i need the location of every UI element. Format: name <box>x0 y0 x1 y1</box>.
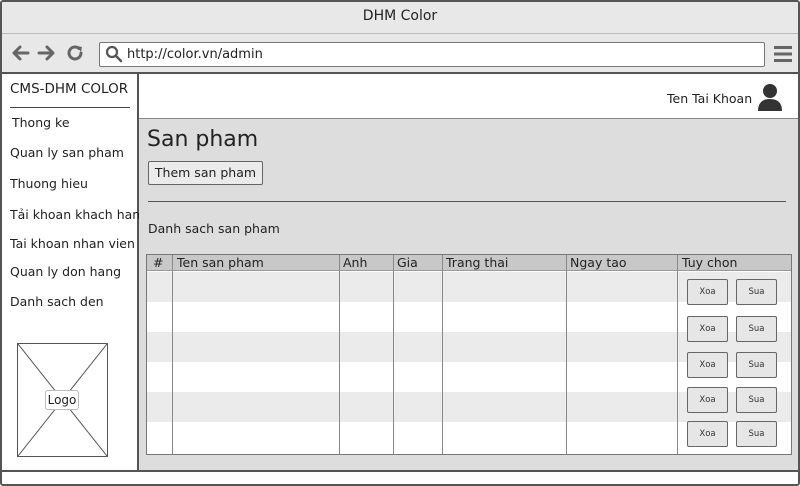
sidebar-item-quan-ly-don-hang[interactable]: Quan ly don hang <box>10 264 121 279</box>
column-header-options: Tuy chon <box>682 255 738 270</box>
top-header: Ten Tai Khoan <box>139 74 798 119</box>
column-header-index: # <box>153 255 164 270</box>
sidebar: CMS-DHM COLOR Thong ke Quan ly san pham … <box>2 74 148 470</box>
logo-placeholder: Logo <box>17 343 108 457</box>
window-title: DHM Color <box>2 2 798 34</box>
edit-button[interactable]: Sua <box>736 316 777 342</box>
user-avatar-icon[interactable] <box>757 83 783 111</box>
edit-button[interactable]: Sua <box>736 421 777 447</box>
sidebar-item-danh-sach-den[interactable]: Danh sach den <box>10 294 104 309</box>
column-divider <box>442 255 443 454</box>
delete-button[interactable]: Xoa <box>687 421 728 447</box>
sidebar-item-quan-ly-san-pham[interactable]: Quan ly san pham <box>10 145 124 160</box>
sidebar-item-tai-khoan-nhan-vien[interactable]: Tai khoan nhan vien <box>10 236 135 251</box>
delete-button[interactable]: Xoa <box>687 387 728 413</box>
browser-window: DHM Color http://color.vn/admin CMS-DHM … <box>0 0 800 486</box>
column-header-name: Ten san pham <box>177 255 264 270</box>
column-divider <box>172 255 173 454</box>
column-header-image: Anh <box>343 255 368 270</box>
forward-arrow-icon[interactable] <box>35 42 57 64</box>
delete-button[interactable]: Xoa <box>687 352 728 378</box>
add-product-button[interactable]: Them san pham <box>148 161 263 185</box>
main-content: San pham Them san pham Danh sach san pha… <box>139 119 798 470</box>
sidebar-item-thuong-hieu[interactable]: Thuong hieu <box>10 176 88 191</box>
hamburger-menu-icon[interactable] <box>773 44 793 64</box>
sidebar-item-thong-ke[interactable]: Thong ke <box>12 115 70 130</box>
column-divider <box>393 255 394 454</box>
column-header-status: Trang thai <box>446 255 509 270</box>
table-header: # Ten san pham Anh Gia Trang thai Ngay t… <box>147 255 791 271</box>
content-divider <box>148 201 786 202</box>
column-header-price: Gia <box>397 255 418 270</box>
page-title: San pham <box>147 127 259 152</box>
product-table: # Ten san pham Anh Gia Trang thai Ngay t… <box>146 254 792 455</box>
column-divider <box>339 255 340 454</box>
column-header-created: Ngay tao <box>570 255 627 270</box>
delete-button[interactable]: Xoa <box>687 279 728 305</box>
edit-button[interactable]: Sua <box>736 279 777 305</box>
column-divider <box>677 255 678 454</box>
url-text: http://color.vn/admin <box>127 47 263 62</box>
logo-label: Logo <box>45 390 79 410</box>
browser-navbar: http://color.vn/admin <box>2 34 798 74</box>
sidebar-item-tai-khoan-khach-hang[interactable]: Tải khoan khach hang <box>10 207 148 222</box>
back-arrow-icon[interactable] <box>10 42 32 64</box>
reload-icon[interactable] <box>64 42 86 64</box>
edit-button[interactable]: Sua <box>736 387 777 413</box>
product-list-title: Danh sach san pham <box>148 221 280 236</box>
sidebar-brand: CMS-DHM COLOR <box>10 81 129 97</box>
sidebar-divider <box>10 107 130 108</box>
account-name[interactable]: Ten Tai Khoan <box>667 91 752 106</box>
delete-button[interactable]: Xoa <box>687 316 728 342</box>
search-icon <box>105 45 123 63</box>
address-bar[interactable]: http://color.vn/admin <box>99 42 765 67</box>
status-bar <box>2 470 798 484</box>
edit-button[interactable]: Sua <box>736 352 777 378</box>
column-divider <box>566 255 567 454</box>
